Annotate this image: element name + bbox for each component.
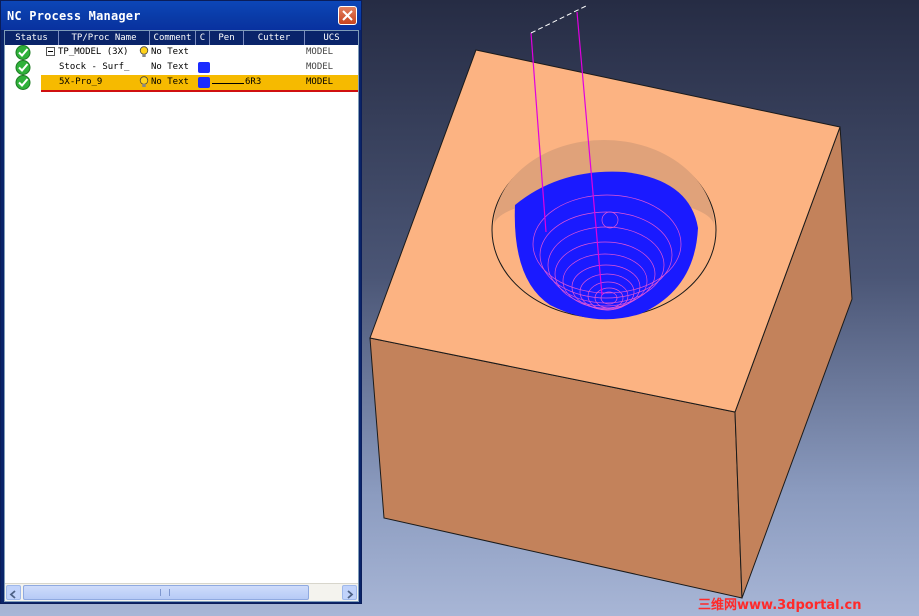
pen-line-sample bbox=[212, 83, 244, 84]
row-comment: No Text bbox=[151, 47, 189, 57]
column-header-pen[interactable]: Pen bbox=[210, 31, 244, 45]
color-swatch[interactable] bbox=[198, 77, 210, 88]
check-icon bbox=[15, 75, 31, 90]
scroll-right-button[interactable] bbox=[342, 585, 357, 600]
column-header-color[interactable]: C bbox=[196, 31, 210, 45]
column-header-status[interactable]: Status bbox=[5, 31, 59, 45]
scroll-left-button[interactable] bbox=[6, 585, 21, 600]
column-header-ucs[interactable]: UCS bbox=[305, 31, 358, 45]
horizontal-scrollbar[interactable] bbox=[5, 583, 358, 601]
tree-row-tp-model[interactable]: TP_MODEL (3X) No Text MODEL bbox=[5, 45, 358, 60]
row-name: 5X-Pro_9 bbox=[59, 77, 103, 87]
collapse-toggle[interactable] bbox=[46, 47, 55, 56]
selection-underline bbox=[41, 90, 358, 92]
row-comment: No Text bbox=[151, 62, 189, 72]
window-title: NC Process Manager bbox=[7, 9, 141, 23]
column-header-comment[interactable]: Comment bbox=[150, 31, 196, 45]
column-header-name[interactable]: TP/Proc Name bbox=[59, 31, 150, 45]
tree-row-5x-pro-9[interactable]: 5X-Pro_9 No Text 6R3 MODEL bbox=[41, 75, 358, 90]
scroll-thumb[interactable] bbox=[23, 585, 309, 600]
check-icon bbox=[15, 45, 31, 60]
process-tree-panel: Status TP/Proc Name Comment C Pen Cutter… bbox=[4, 30, 359, 602]
check-icon bbox=[15, 60, 31, 75]
chevron-right-icon bbox=[347, 590, 354, 599]
close-button[interactable] bbox=[338, 6, 357, 25]
row-ucs: MODEL bbox=[306, 77, 334, 87]
bulb-icon bbox=[139, 76, 149, 87]
row-ucs: MODEL bbox=[306, 62, 334, 72]
nc-process-manager-window: NC Process Manager Status TP/Proc Name C… bbox=[0, 0, 362, 604]
chevron-left-icon bbox=[9, 590, 16, 599]
title-bar[interactable]: NC Process Manager bbox=[1, 1, 361, 30]
row-name: TP_MODEL (3X) bbox=[58, 47, 129, 57]
row-cutter: 6R3 bbox=[245, 77, 262, 87]
bulb-icon bbox=[139, 46, 149, 57]
watermark-text: 三维网www.3dportal.cn bbox=[698, 598, 862, 613]
close-icon bbox=[342, 10, 353, 21]
color-swatch[interactable] bbox=[198, 62, 210, 73]
3d-viewport[interactable] bbox=[362, 0, 919, 616]
row-ucs: MODEL bbox=[306, 47, 334, 57]
row-name: Stock - Surf_ bbox=[59, 62, 130, 72]
column-header-cutter[interactable]: Cutter bbox=[244, 31, 305, 45]
tree-row-stock-surf[interactable]: Stock - Surf_ No Text MODEL bbox=[5, 60, 358, 75]
row-comment: No Text bbox=[151, 77, 189, 87]
column-headers: Status TP/Proc Name Comment C Pen Cutter… bbox=[5, 31, 358, 45]
